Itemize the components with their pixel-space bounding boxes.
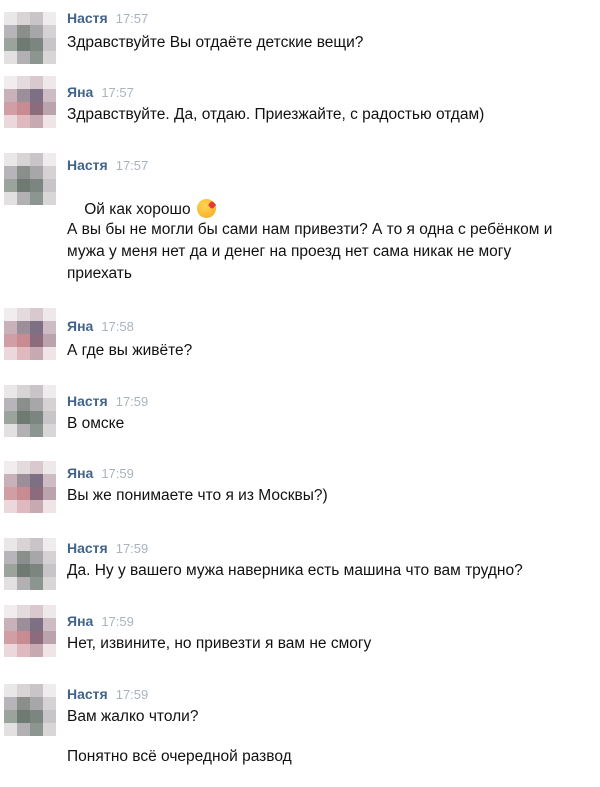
message-header: Настя 17:57 bbox=[67, 10, 148, 30]
author-name[interactable]: Настя bbox=[67, 686, 108, 702]
message-item: Настя 17:59 Да. Ну у вашего мужа наверник… bbox=[0, 538, 600, 600]
message-header: Яна 17:58 bbox=[67, 318, 134, 338]
message-time[interactable]: 17:57 bbox=[116, 11, 149, 26]
message-item: Настя 17:59 В омске bbox=[0, 385, 600, 453]
avatar[interactable] bbox=[4, 153, 56, 205]
message-time[interactable]: 17:57 bbox=[116, 158, 149, 173]
message-text: Вы же понимаете что я из Москвы?) bbox=[67, 487, 328, 504]
message-header: Настя 17:59 bbox=[67, 540, 148, 560]
author-name[interactable]: Настя bbox=[67, 10, 108, 26]
message-header: Настя 17:59 bbox=[67, 393, 148, 413]
message-text: Понятно всё очередной развод bbox=[67, 748, 292, 765]
message-header: Яна 17:59 bbox=[67, 465, 134, 485]
avatar[interactable] bbox=[4, 76, 56, 128]
message-text: Здравствуйте Вы отдаёте детские вещи? bbox=[67, 34, 364, 51]
author-name[interactable]: Настя bbox=[67, 540, 108, 556]
message-text: А вы бы не могли бы сами нам привезти? А… bbox=[67, 221, 557, 282]
kissing-heart-emoji-icon bbox=[196, 199, 216, 218]
message-time[interactable]: 17:57 bbox=[101, 85, 134, 100]
author-name[interactable]: Яна bbox=[67, 84, 93, 100]
avatar[interactable] bbox=[4, 684, 56, 736]
avatar[interactable] bbox=[4, 385, 56, 437]
message-time[interactable]: 17:59 bbox=[116, 394, 149, 409]
message-item: Настя 17:59 Вам жалко чтоли? Понятно всё … bbox=[0, 684, 600, 786]
message-text-line: Ой как хорошо bbox=[84, 201, 191, 218]
message-header: Яна 17:59 bbox=[67, 613, 134, 633]
message-header: Настя 17:59 bbox=[67, 686, 148, 706]
message-item: Яна 17:58 А где вы живёте? bbox=[0, 308, 600, 378]
avatar[interactable] bbox=[4, 461, 56, 513]
message-time[interactable]: 17:59 bbox=[116, 541, 149, 556]
author-name[interactable]: Яна bbox=[67, 613, 93, 629]
message-time[interactable]: 17:58 bbox=[101, 319, 134, 334]
chat-screen: { "colors": { "author": "#42648b", "time… bbox=[0, 0, 600, 787]
message-item: Яна 17:59 Нет, извините, но привезти я ва… bbox=[0, 605, 600, 673]
message-text: Здравствуйте. Да, отдаю. Приезжайте, с р… bbox=[67, 106, 485, 123]
message-text: В омске bbox=[67, 415, 125, 432]
message-text: Нет, извините, но привезти я вам не смог… bbox=[67, 635, 372, 652]
message-header: Яна 17:57 bbox=[67, 84, 134, 104]
message-item: Настя 17:57 Ой как хорошо А вы бы не могл… bbox=[0, 153, 600, 292]
message-item: Настя 17:57 Здравствуйте Вы отдаёте детск… bbox=[0, 10, 600, 70]
message-item: Яна 17:57 Здравствуйте. Да, отдаю. Приезж… bbox=[0, 76, 600, 144]
message-text: А где вы живёте? bbox=[67, 342, 193, 359]
message-time[interactable]: 17:59 bbox=[116, 687, 149, 702]
author-name[interactable]: Яна bbox=[67, 465, 93, 481]
message-time[interactable]: 17:59 bbox=[101, 614, 134, 629]
message-text: Вам жалко чтоли? bbox=[67, 708, 199, 725]
message-header: Настя 17:57 bbox=[67, 157, 148, 177]
avatar[interactable] bbox=[4, 538, 56, 590]
message-text: Да. Ну у вашего мужа наверника есть маши… bbox=[67, 562, 523, 579]
author-name[interactable]: Настя bbox=[67, 393, 108, 409]
message-item: Яна 17:59 Вы же понимаете что я из Москвы… bbox=[0, 461, 600, 525]
author-name[interactable]: Яна bbox=[67, 318, 93, 334]
message-time[interactable]: 17:59 bbox=[101, 466, 134, 481]
avatar[interactable] bbox=[4, 308, 56, 360]
author-name[interactable]: Настя bbox=[67, 157, 108, 173]
avatar[interactable] bbox=[4, 12, 56, 64]
avatar[interactable] bbox=[4, 605, 56, 657]
